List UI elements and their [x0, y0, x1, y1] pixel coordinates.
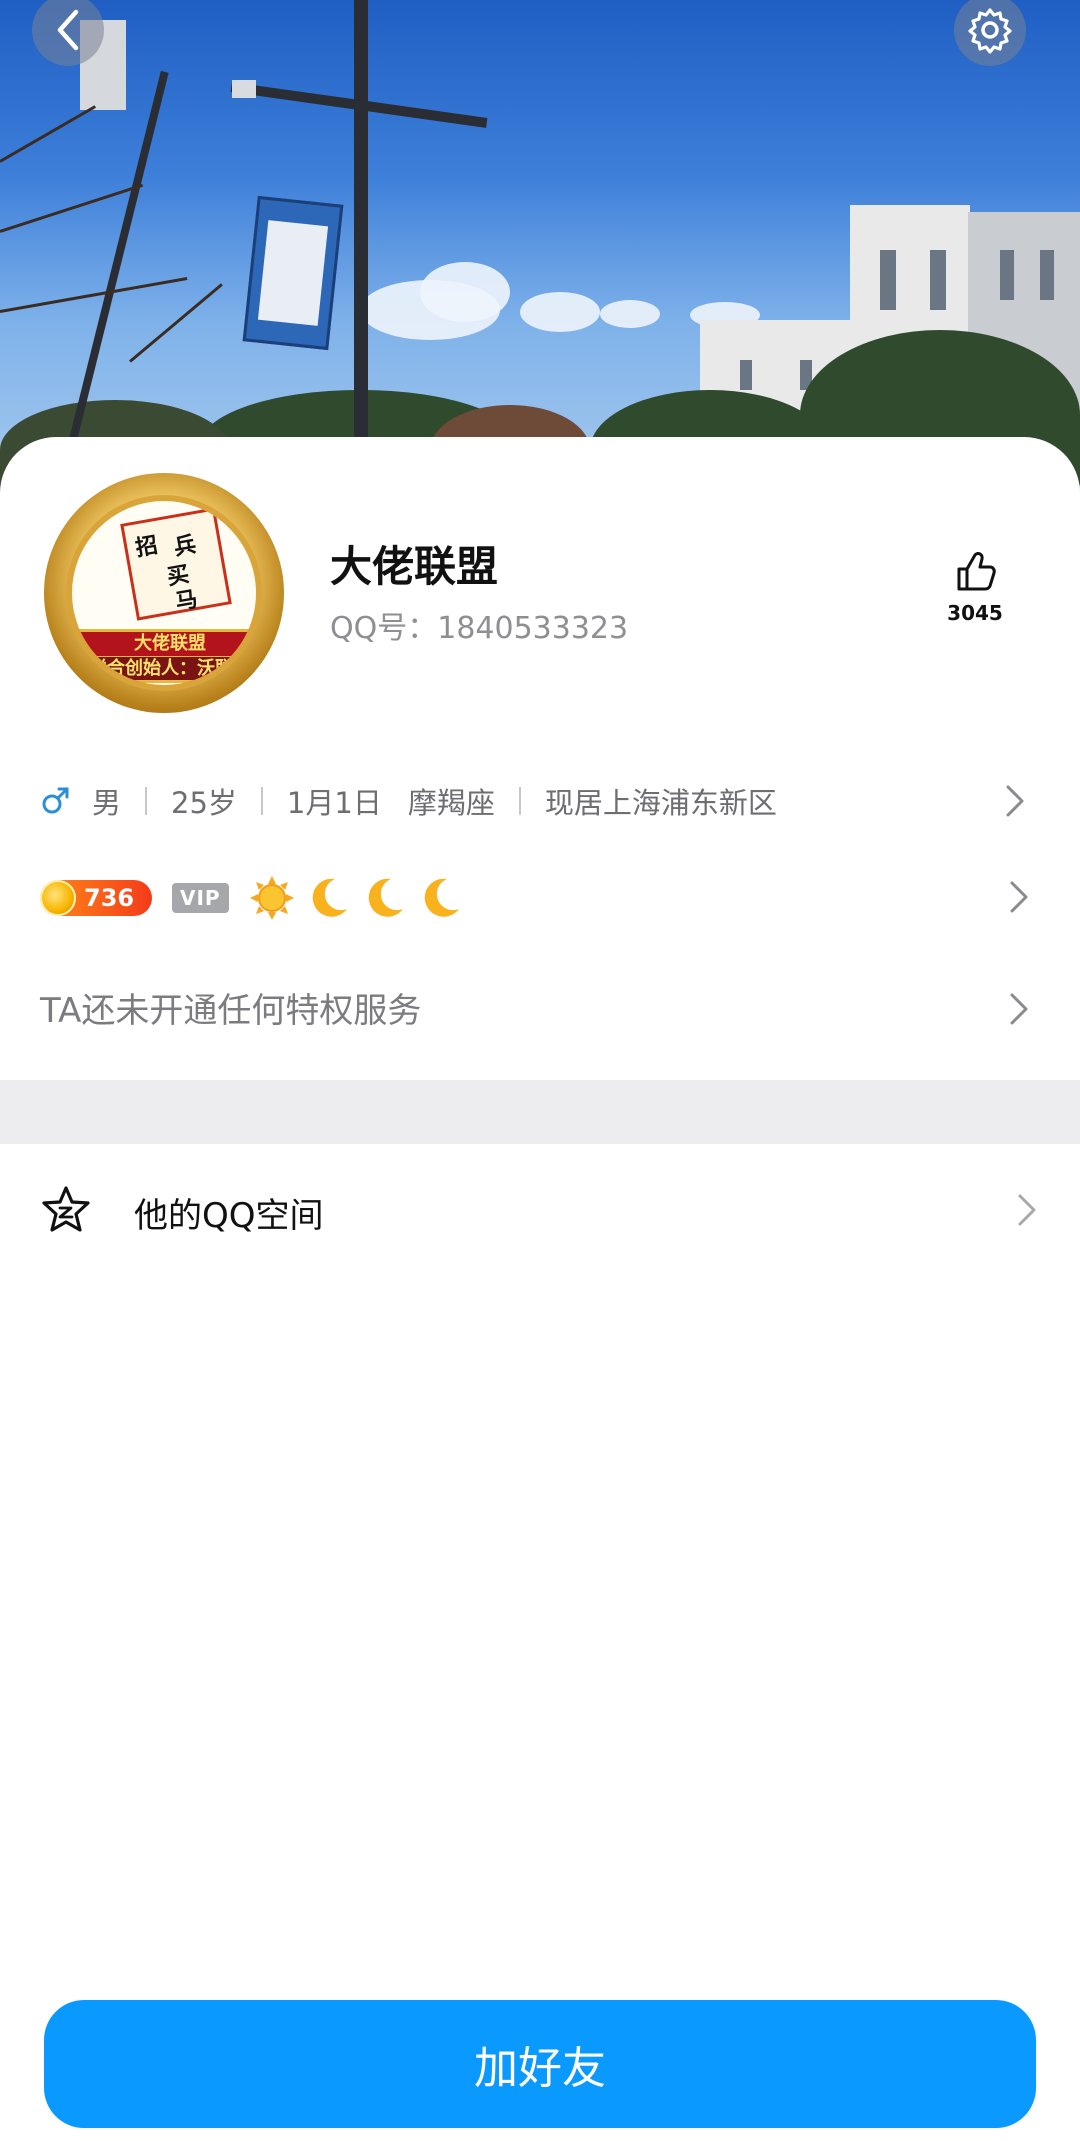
avatar-ribbon: 大佬联盟: [72, 629, 256, 659]
qq-number: 1840533323: [437, 611, 629, 646]
like-button[interactable]: 3045: [940, 547, 1010, 625]
add-friend-button[interactable]: 加好友: [44, 2000, 1036, 2128]
birthday-text: 1月1日: [286, 786, 382, 820]
nickname: 大佬联盟: [330, 542, 499, 591]
moon-icon: [368, 878, 403, 917]
qzone-star-icon: [42, 1186, 90, 1232]
coin-icon: [40, 880, 76, 916]
avatar-flag: 招 兵 买 马: [120, 507, 232, 621]
like-count: 3045: [947, 601, 1003, 625]
vip-badge: VIP: [172, 883, 229, 913]
moon-icon: [312, 878, 347, 917]
zodiac-text: 摩羯座: [407, 786, 495, 820]
profile-card: 招 兵 买 马 大佬联盟 联合创始人：沃联盟 大佬联盟 QQ号：18405333…: [0, 437, 1080, 2141]
divider: [260, 787, 263, 815]
qzone-row[interactable]: 他的QQ空间: [0, 1144, 1080, 1274]
thumbs-up-icon: [957, 552, 996, 591]
level-icons: [249, 875, 463, 921]
gender-text: 男: [92, 786, 122, 820]
qzone-label: 他的QQ空间: [134, 1196, 324, 1236]
chevron-right-icon: [1010, 881, 1028, 913]
location-text: 现居上海浦东新区: [544, 786, 777, 820]
avatar-emblem: 招 兵 买 马 大佬联盟 联合创始人：沃联盟: [66, 495, 262, 691]
divider: [145, 787, 148, 815]
chevron-right-icon: [1006, 785, 1024, 817]
level-badge: 736: [40, 880, 152, 916]
section-divider: [0, 1080, 1080, 1144]
gear-icon: [968, 8, 1012, 54]
moon-icon: [424, 878, 459, 917]
chevron-right-icon: [1010, 993, 1028, 1025]
avatar-ribbon-bottom: 联合创始人：沃联盟: [72, 657, 256, 683]
male-icon: [42, 787, 69, 814]
sun-icon: [249, 876, 294, 920]
age-text: 25岁: [171, 786, 237, 820]
chevron-left-icon: [57, 9, 79, 51]
chevron-right-icon: [1018, 1194, 1036, 1226]
avatar[interactable]: 招 兵 买 马 大佬联盟 联合创始人：沃联盟: [44, 473, 284, 713]
divider: [518, 787, 521, 815]
level-badges-row[interactable]: 736 VIP: [40, 873, 463, 923]
qq-label: QQ号：: [330, 611, 438, 646]
settings-button[interactable]: [954, 0, 1026, 66]
basic-info-row[interactable]: 男 25岁 1月1日 摩羯座 现居上海浦东新区: [40, 775, 777, 827]
qq-number-line: QQ号：1840533323: [330, 603, 628, 647]
cover-photo: [0, 0, 1080, 500]
privilege-row[interactable]: TA还未开通任何特权服务: [40, 983, 421, 1032]
